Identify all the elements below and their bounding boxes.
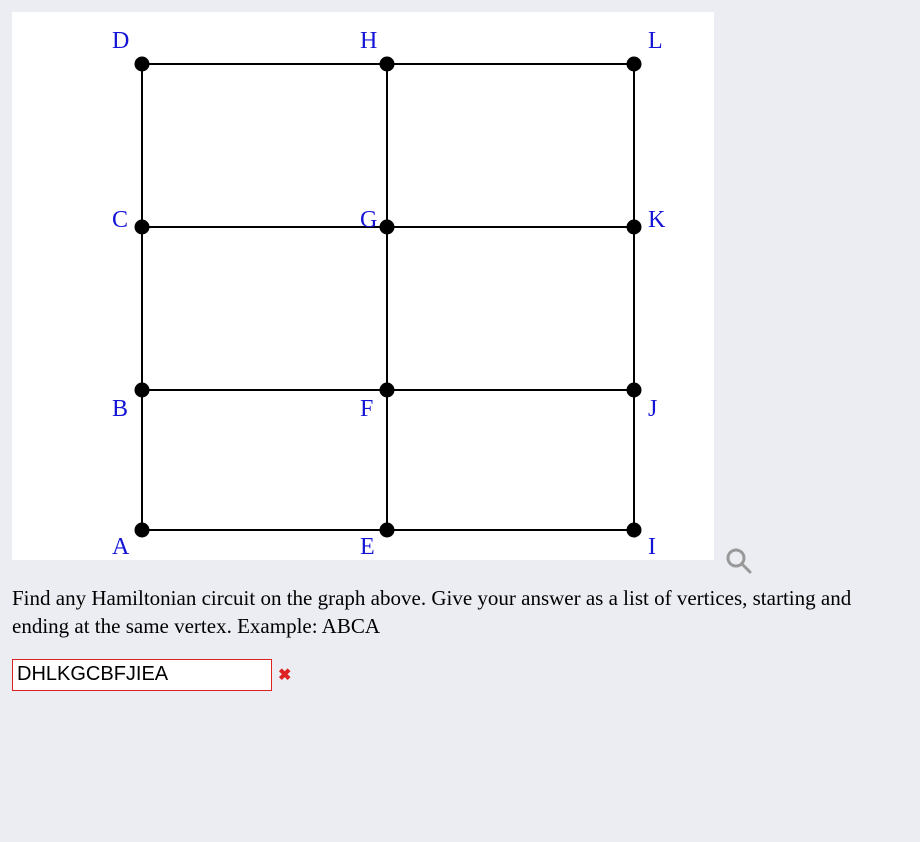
- graph-node-E: [380, 523, 395, 538]
- graph-label-D: D: [112, 28, 129, 54]
- graph-diagram: D H L C G K B F J A E I: [12, 12, 714, 560]
- graph-node-A: [135, 523, 150, 538]
- graph-label-K: K: [648, 207, 666, 233]
- graph-node-I: [627, 523, 642, 538]
- graph-label-G: G: [360, 207, 377, 233]
- graph-label-I: I: [648, 534, 656, 560]
- graph-node-C: [135, 220, 150, 235]
- graph-label-E: E: [360, 534, 375, 560]
- graph-label-A: A: [112, 534, 130, 560]
- graph-label-H: H: [360, 28, 377, 54]
- graph-node-D: [135, 57, 150, 72]
- graph-node-J: [627, 383, 642, 398]
- graph-label-C: C: [112, 207, 128, 233]
- graph-node-H: [380, 57, 395, 72]
- answer-input[interactable]: [12, 659, 272, 691]
- zoom-icon[interactable]: [724, 546, 754, 576]
- graph-node-L: [627, 57, 642, 72]
- graph-label-L: L: [648, 28, 663, 54]
- graph-label-F: F: [360, 396, 373, 422]
- graph-node-K: [627, 220, 642, 235]
- question-text: Find any Hamiltonian circuit on the grap…: [12, 584, 907, 641]
- graph-label-J: J: [648, 396, 657, 422]
- graph-node-G: [380, 220, 395, 235]
- graph-label-B: B: [112, 396, 128, 422]
- answer-row: ✖: [12, 659, 908, 691]
- incorrect-icon: ✖: [278, 665, 291, 685]
- graph-node-B: [135, 383, 150, 398]
- graph-node-F: [380, 383, 395, 398]
